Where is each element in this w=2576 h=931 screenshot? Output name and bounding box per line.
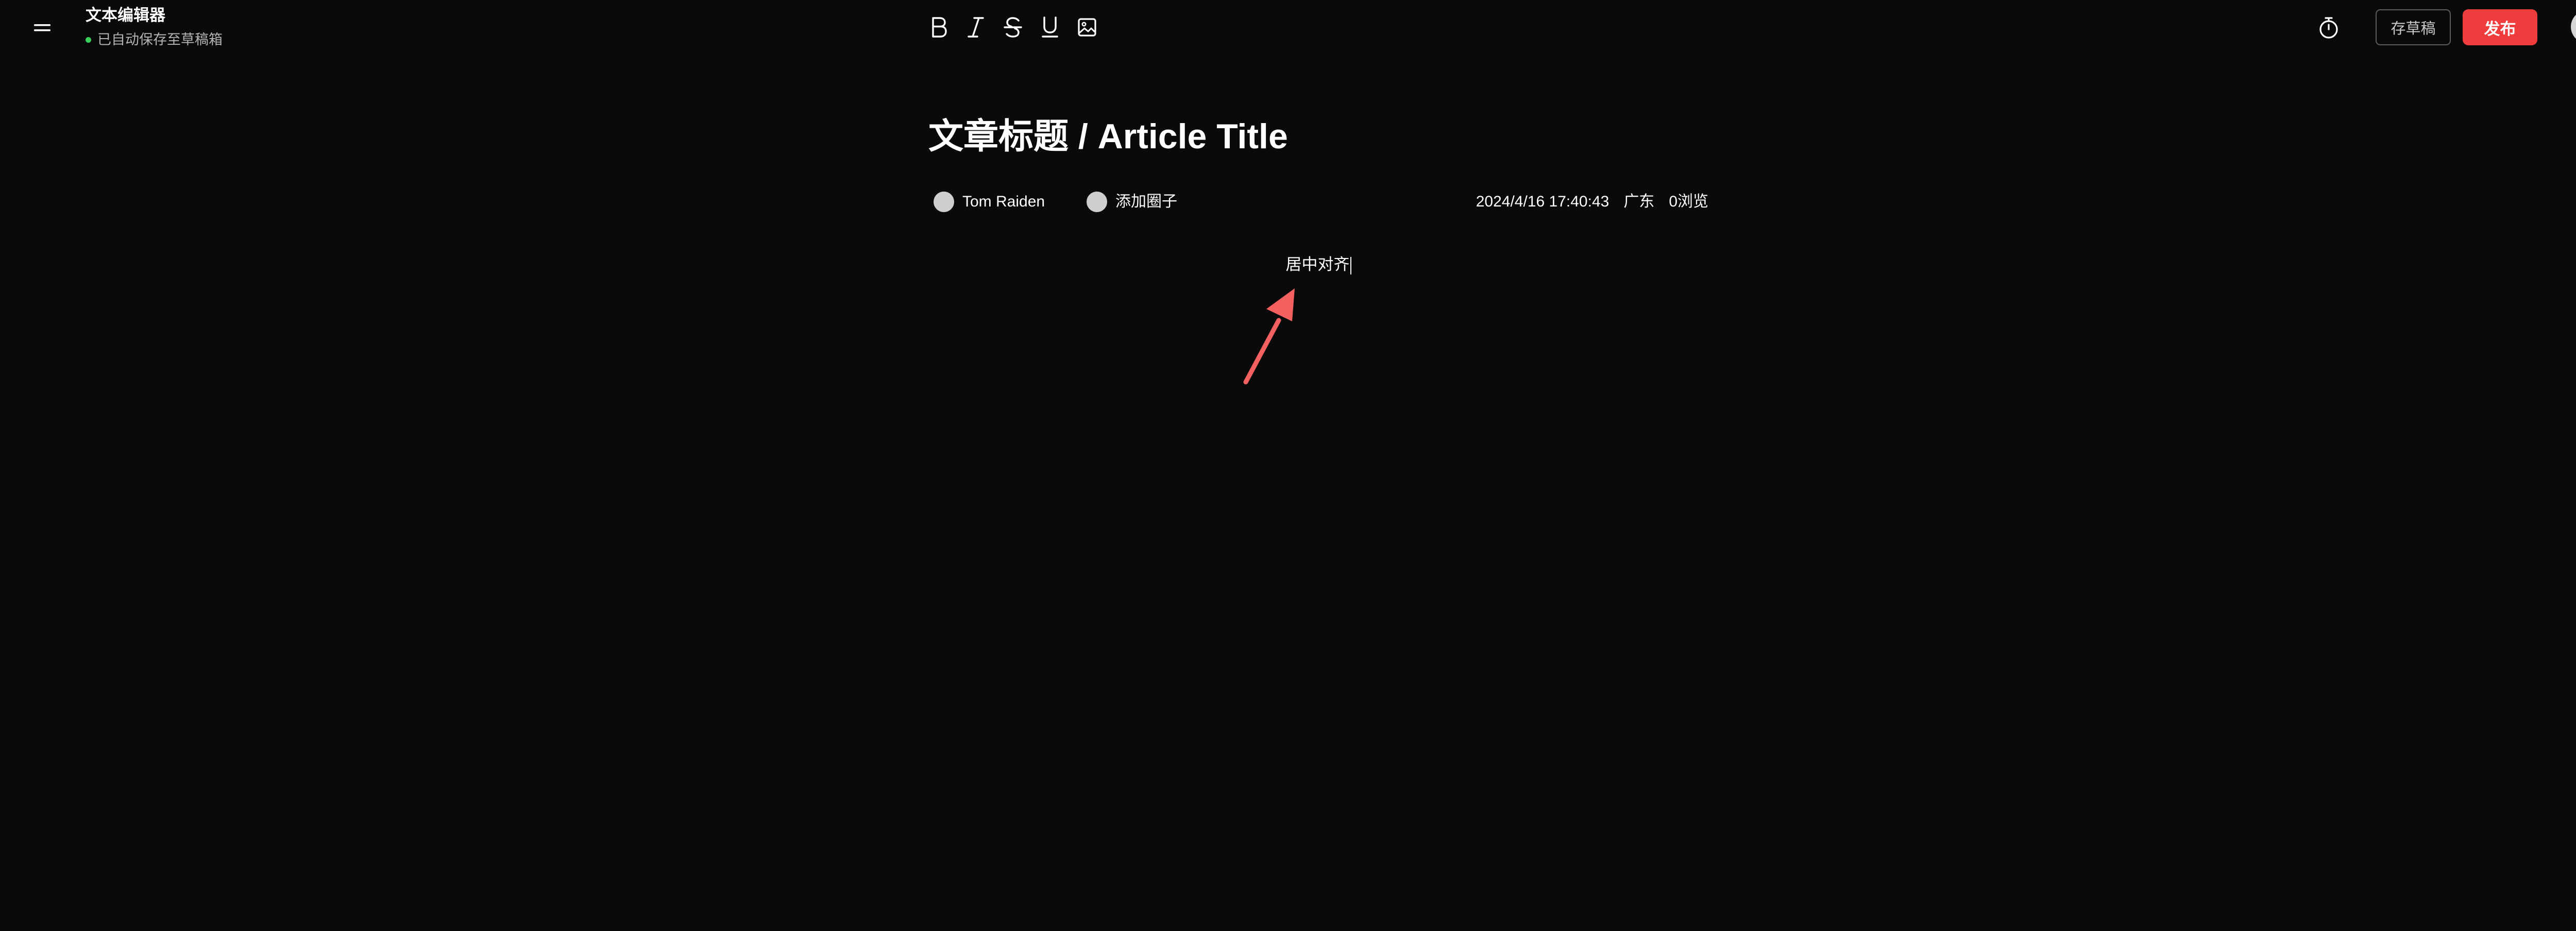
top-bar: 文本编辑器 已自动保存至草稿箱 存草稿 发布 <box>0 0 2576 57</box>
location-label: 广东 <box>1623 193 1655 210</box>
author-info[interactable]: Tom Raiden <box>934 192 1045 212</box>
view-count: 0浏览 <box>1669 193 1708 210</box>
save-draft-button[interactable]: 存草稿 <box>2376 9 2451 45</box>
article-stats: 2024/4/16 17:40:43 广东 0浏览 <box>1476 192 1708 212</box>
paragraph-text: 居中对齐 <box>1285 255 1350 273</box>
author-name: Tom Raiden <box>962 193 1045 210</box>
timer-icon[interactable] <box>2316 15 2341 40</box>
autosave-status: 已自动保存至草稿箱 <box>86 31 223 48</box>
underline-icon[interactable] <box>1038 14 1062 41</box>
add-circle-label: 添加圈子 <box>1115 193 1177 210</box>
autosave-status-text: 已自动保存至草稿箱 <box>97 32 223 47</box>
formatting-toolbar <box>926 13 1099 41</box>
editor-paragraph[interactable]: 居中对齐 <box>928 246 1708 283</box>
article-meta: Tom Raiden 添加圈子 2024/4/16 17:40:43 广东 0浏… <box>934 192 1708 214</box>
publish-button[interactable]: 发布 <box>2463 9 2537 45</box>
app-title: 文本编辑器 <box>86 6 165 24</box>
strikethrough-icon[interactable] <box>1001 14 1025 41</box>
article-title[interactable]: 文章标题 / Article Title <box>928 114 1288 159</box>
image-icon[interactable] <box>1075 14 1099 41</box>
status-dot-icon <box>86 37 91 43</box>
author-avatar <box>934 192 954 212</box>
menu-icon[interactable] <box>33 22 55 34</box>
user-avatar[interactable] <box>2571 10 2576 43</box>
italic-icon[interactable] <box>963 14 988 41</box>
bold-icon[interactable] <box>926 14 951 41</box>
add-circle-button[interactable]: 添加圈子 <box>1087 192 1177 212</box>
text-caret <box>1350 256 1351 274</box>
circle-avatar <box>1087 192 1107 212</box>
publish-datetime: 2024/4/16 17:40:43 <box>1476 193 1609 210</box>
editor-content[interactable]: 居中对齐 <box>928 246 1708 287</box>
annotation-arrow-icon <box>1236 288 1303 386</box>
